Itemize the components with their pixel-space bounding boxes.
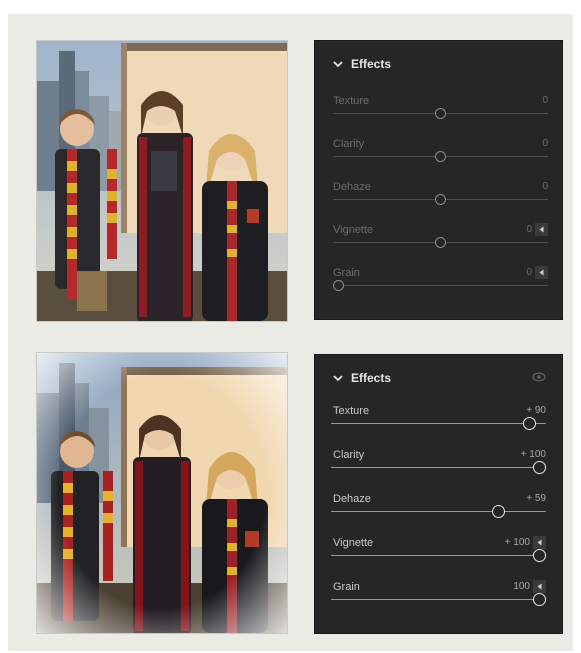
slider-value[interactable]: 0	[526, 267, 532, 278]
slider-thumb[interactable]	[435, 237, 446, 248]
slider-value[interactable]: 0	[542, 181, 548, 192]
slider-row-grain: Grain 0	[315, 266, 562, 311]
slider-label: Grain	[333, 581, 360, 593]
slider-label: Dehaze	[333, 181, 371, 193]
panel-title: Effects	[351, 371, 392, 385]
slider-row-dehaze: Dehaze 0	[315, 181, 562, 225]
photo-after	[36, 352, 288, 634]
panel-title: Effects	[351, 57, 392, 71]
eye-icon[interactable]	[532, 370, 546, 384]
chevron-down-icon[interactable]	[333, 59, 343, 69]
slider-track[interactable]	[331, 467, 546, 468]
slider-thumb[interactable]	[522, 417, 536, 430]
photo-before-image	[37, 41, 287, 321]
slider-label: Vignette	[333, 224, 374, 236]
slider-value[interactable]: + 100	[505, 537, 530, 548]
chevron-down-icon[interactable]	[333, 373, 343, 383]
slider-label: Texture	[333, 405, 370, 417]
slider-value[interactable]: + 100	[521, 449, 546, 460]
slider-value[interactable]: 100	[513, 581, 530, 592]
slider-thumb[interactable]	[333, 280, 344, 291]
slider-row-vignette: Vignette 0	[315, 223, 562, 268]
photo-after-image	[37, 353, 287, 633]
slider-track[interactable]	[331, 511, 546, 512]
slider-row-texture: Texture 0	[315, 95, 562, 139]
slider-row-vignette: Vignette + 100	[315, 536, 562, 581]
arrow-left-icon[interactable]	[535, 223, 548, 236]
arrow-left-icon[interactable]	[533, 536, 546, 549]
slider-row-dehaze: Dehaze + 59	[315, 493, 562, 537]
slider-thumb[interactable]	[435, 108, 446, 119]
slider-row-clarity: Clarity 0	[315, 138, 562, 182]
slider-label: Clarity	[333, 138, 365, 150]
slider-value[interactable]: + 59	[526, 493, 546, 504]
comparison-frame: Effects Texture 0 Clarity 0 Dehaze 0 Vignette 0…	[8, 14, 573, 651]
slider-label: Clarity	[333, 449, 365, 461]
slider-value[interactable]: + 90	[526, 405, 546, 416]
slider-row-texture: Texture + 90	[315, 405, 562, 449]
slider-label: Vignette	[333, 537, 374, 549]
slider-row-clarity: Clarity + 100	[315, 449, 562, 493]
effects-header-before[interactable]: Effects	[333, 55, 391, 73]
slider-thumb[interactable]	[491, 505, 505, 518]
slider-track[interactable]	[331, 423, 546, 424]
slider-value[interactable]: 0	[526, 224, 532, 235]
slider-label: Texture	[333, 95, 370, 107]
slider-label: Grain	[333, 267, 360, 279]
effects-panel-before: Effects Texture 0 Clarity 0 Dehaze 0 Vignette 0…	[314, 40, 563, 320]
slider-thumb[interactable]	[533, 549, 546, 562]
slider-row-grain: Grain 100	[315, 580, 562, 625]
slider-thumb[interactable]	[435, 194, 446, 205]
slider-value[interactable]: 0	[542, 95, 548, 106]
slider-value[interactable]: 0	[542, 138, 548, 149]
effects-header-after[interactable]: Effects	[333, 369, 391, 387]
arrow-left-icon[interactable]	[535, 266, 548, 279]
arrow-left-icon[interactable]	[533, 580, 546, 593]
slider-thumb[interactable]	[435, 151, 446, 162]
photo-before	[36, 40, 288, 322]
slider-label: Dehaze	[333, 493, 371, 505]
slider-thumb[interactable]	[533, 593, 546, 606]
slider-track[interactable]	[331, 599, 546, 600]
slider-track[interactable]	[333, 285, 548, 286]
slider-thumb[interactable]	[533, 461, 546, 474]
slider-track[interactable]	[331, 555, 546, 556]
effects-panel-after: Effects Texture + 90 Clarity + 100 Dehaze + 5…	[314, 354, 563, 634]
